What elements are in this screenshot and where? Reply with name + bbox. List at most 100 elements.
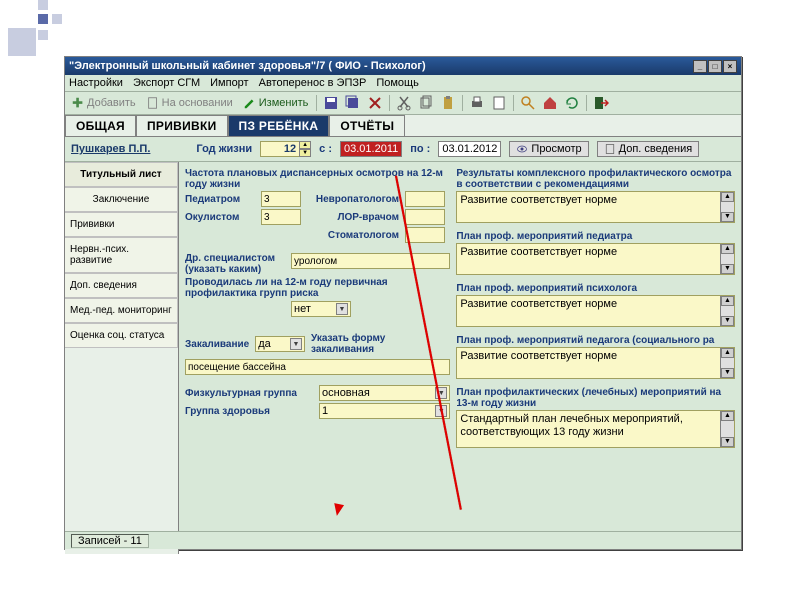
to-label: по : — [410, 143, 430, 155]
pediatr-input[interactable] — [261, 191, 301, 207]
main-tabs: ОБЩАЯ ПРИВИВКИ ПЗ РЕБЁНКА ОТЧЁТЫ — [65, 115, 741, 137]
based-on-button[interactable]: На основании — [144, 95, 235, 111]
scroll-up-icon[interactable]: ▲ — [721, 192, 734, 202]
grp-label: Группа здоровья — [185, 406, 313, 417]
tab-reports[interactable]: ОТЧЁТЫ — [329, 115, 405, 136]
freq-title: Частота плановых диспансерных осмотров н… — [185, 168, 450, 190]
status-records: Записей - 11 — [71, 534, 149, 548]
house-icon[interactable] — [542, 95, 558, 111]
eye-icon — [516, 143, 528, 155]
sidebar-title[interactable]: Титульный лист — [65, 162, 178, 187]
menu-export[interactable]: Экспорт СГМ — [133, 77, 200, 89]
stoma-input[interactable] — [405, 227, 445, 243]
fiz-dropdown[interactable]: основная▼ — [319, 385, 450, 401]
doc-icon — [146, 96, 160, 110]
save-icon[interactable] — [323, 95, 339, 111]
zakal-dropdown[interactable]: да▼ — [255, 336, 305, 352]
pediatr-label: Педиатром — [185, 194, 255, 205]
info-icon — [604, 143, 616, 155]
paste-icon[interactable] — [440, 95, 456, 111]
tab-pz-child[interactable]: ПЗ РЕБЁНКА — [228, 115, 330, 136]
patient-name-link[interactable]: Пушкарев П.П. — [71, 143, 150, 155]
stoma-label: Стоматологом — [307, 230, 399, 241]
plan2-memo[interactable]: Развитие соответствует норме ▲▼ — [456, 295, 735, 327]
plan1-title: План проф. мероприятий педиатра — [456, 231, 735, 242]
minimize-button[interactable]: _ — [693, 60, 707, 73]
menu-help[interactable]: Помощь — [376, 77, 419, 89]
body-area: Титульный лист Заключение Прививки Нервн… — [65, 162, 741, 554]
scroll-up-icon[interactable]: ▲ — [721, 411, 734, 421]
save-all-icon[interactable] — [345, 95, 361, 111]
prov-dropdown[interactable]: нет▼ — [291, 301, 351, 317]
nevro-input[interactable] — [405, 191, 445, 207]
zakal-form-label: Указать форму закаливания — [311, 333, 450, 355]
scroll-down-icon[interactable]: ▼ — [721, 264, 734, 274]
patient-row: Пушкарев П.П. Год жизни 12 ▲▼ с : 03.01.… — [65, 137, 741, 162]
refresh-icon[interactable] — [564, 95, 580, 111]
close-button[interactable]: × — [723, 60, 737, 73]
sidebar-item-neuro[interactable]: Нервн.-псих. развитие — [65, 237, 178, 273]
add-button[interactable]: Добавить — [69, 95, 138, 111]
menu-autotransfer[interactable]: Автоперенос в ЭПЗР — [259, 77, 367, 89]
plan2-title: План проф. мероприятий психолога — [456, 283, 735, 294]
res-memo[interactable]: Развитие соответствует норме ▲▼ — [456, 191, 735, 223]
preview-icon[interactable] — [491, 95, 507, 111]
fiz-label: Физкультурная группа — [185, 388, 313, 399]
left-column: Частота плановых диспансерных осмотров н… — [185, 166, 450, 550]
extra-info-button[interactable]: Доп. сведения — [597, 141, 700, 157]
tab-vaccines[interactable]: ПРИВИВКИ — [136, 115, 228, 136]
scroll-up-icon[interactable]: ▲ — [721, 244, 734, 254]
exit-icon[interactable] — [593, 95, 609, 111]
okulist-label: Окулистом — [185, 212, 255, 223]
nevro-label: Невропатологом — [307, 194, 399, 205]
year-spinner[interactable]: 12 ▲▼ — [260, 141, 311, 157]
sidebar-item-vaccines[interactable]: Прививки — [65, 212, 178, 237]
sidebar-item-extra[interactable]: Доп. сведения — [65, 273, 178, 298]
search-icon[interactable] — [520, 95, 536, 111]
prov-label: Проводилась ли на 12-м году первичная пр… — [185, 277, 450, 299]
cut-icon[interactable] — [396, 95, 412, 111]
drspec-label: Др. специалистом (указать каким) — [185, 253, 285, 275]
scroll-down-icon[interactable]: ▼ — [721, 316, 734, 326]
zakal-label: Закаливание — [185, 339, 249, 350]
res-title: Результаты комплексного профилактическог… — [456, 168, 735, 190]
tab-general[interactable]: ОБЩАЯ — [65, 115, 136, 136]
app-window: "Электронный школьный кабинет здоровья"/… — [64, 56, 742, 550]
lor-label: ЛОР-врачом — [307, 212, 399, 223]
okulist-input[interactable] — [261, 209, 301, 225]
sidebar-item-monitoring[interactable]: Мед.-пед. мониторинг — [65, 298, 178, 323]
delete-icon[interactable] — [367, 95, 383, 111]
maximize-button[interactable]: □ — [708, 60, 722, 73]
main-form: Частота плановых диспансерных осмотров н… — [179, 162, 741, 554]
view-button[interactable]: Просмотр — [509, 141, 588, 157]
lor-input[interactable] — [405, 209, 445, 225]
scroll-down-icon[interactable]: ▼ — [721, 437, 734, 447]
statusbar: Записей - 11 — [65, 531, 741, 549]
plan3-memo[interactable]: Развитие соответствует норме ▲▼ — [456, 347, 735, 379]
drspec-input[interactable] — [291, 253, 450, 269]
plan1-memo[interactable]: Развитие соответствует норме ▲▼ — [456, 243, 735, 275]
right-column: Результаты комплексного профилактическог… — [456, 166, 735, 550]
menu-settings[interactable]: Настройки — [69, 77, 123, 89]
sidebar-item-social[interactable]: Оценка соц. статуса — [65, 323, 178, 348]
scroll-up-icon[interactable]: ▲ — [721, 296, 734, 306]
scroll-up-icon[interactable]: ▲ — [721, 348, 734, 358]
grp-dropdown[interactable]: 1▼ — [319, 403, 450, 419]
sidebar: Титульный лист Заключение Прививки Нервн… — [65, 162, 179, 554]
copy-icon[interactable] — [418, 95, 434, 111]
menu-import[interactable]: Импорт — [210, 77, 248, 89]
from-label: с : — [319, 143, 332, 155]
date-to[interactable]: 03.01.2012 — [438, 141, 501, 157]
scroll-down-icon[interactable]: ▼ — [721, 368, 734, 378]
window-title: "Электронный школьный кабинет здоровья"/… — [69, 60, 426, 72]
zakal-desc-input[interactable] — [185, 359, 450, 375]
menubar: Настройки Экспорт СГМ Импорт Автоперенос… — [65, 75, 741, 92]
plan4-memo[interactable]: Стандартный план лечебных мероприятий, с… — [456, 410, 735, 448]
print-icon[interactable] — [469, 95, 485, 111]
year-label: Год жизни — [196, 143, 252, 155]
scroll-down-icon[interactable]: ▼ — [721, 212, 734, 222]
plus-icon — [71, 96, 85, 110]
sidebar-item-conclusion[interactable]: Заключение — [65, 187, 178, 212]
edit-button[interactable]: Изменить — [241, 95, 311, 111]
date-from[interactable]: 03.01.2011 — [340, 141, 402, 157]
